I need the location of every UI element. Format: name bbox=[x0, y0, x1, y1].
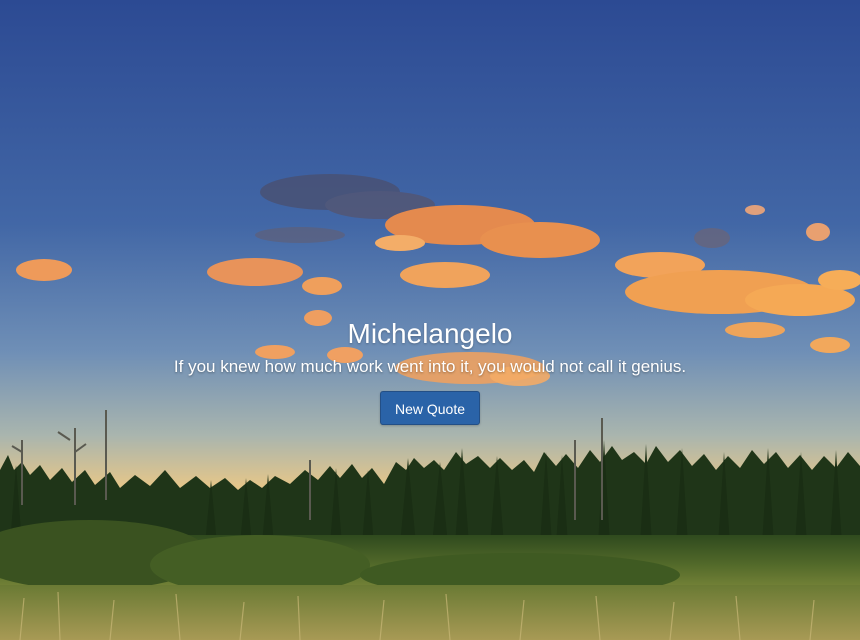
new-quote-button[interactable]: New Quote bbox=[379, 391, 481, 425]
quote-author: Michelangelo bbox=[347, 318, 513, 349]
quote-box: Michelangelo If you knew how much work w… bbox=[0, 316, 860, 425]
foreground-grass bbox=[0, 585, 860, 640]
quote-text: If you knew how much work went into it, … bbox=[173, 357, 687, 376]
